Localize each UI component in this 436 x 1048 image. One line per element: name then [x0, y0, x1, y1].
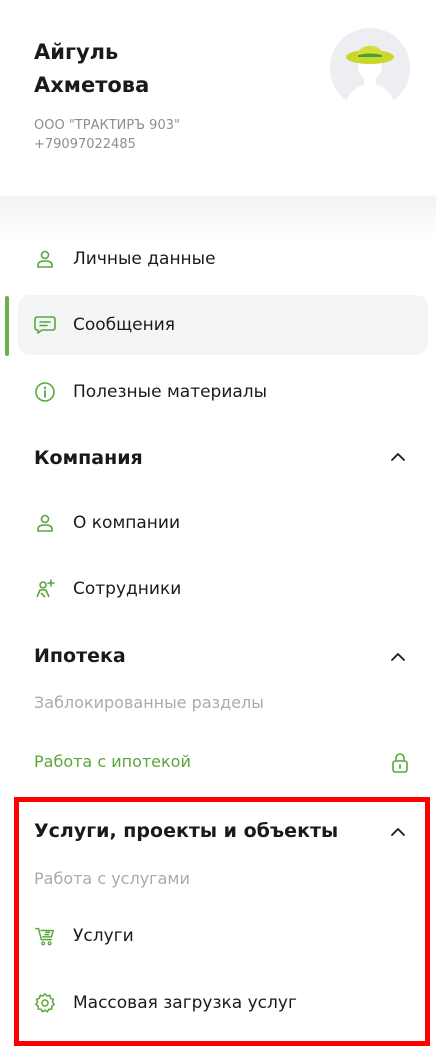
locked-sections-caption: Заблокированные разделы: [34, 693, 264, 712]
menu-label-employees: Сотрудники: [73, 579, 182, 599]
menu-label-useful-materials: Полезные материалы: [73, 382, 268, 402]
add-user-icon: [34, 578, 56, 600]
user-first-name: Айгуль: [34, 40, 119, 64]
section-title-company[interactable]: Компания: [34, 447, 143, 469]
person-icon: [34, 512, 56, 534]
menu-item-messages[interactable]: Сообщения: [18, 295, 428, 355]
avatar-icon: [330, 28, 410, 108]
user-last-name: Ахметова: [34, 73, 150, 97]
side-menu: Айгуль Ахметова ООО "ТРАКТИРЪ 903" +7909…: [0, 0, 436, 1048]
highlight-frame: [14, 797, 430, 1046]
menu-label-personal-data: Личные данные: [73, 249, 216, 269]
info-icon: [34, 381, 56, 403]
menu-label-messages: Сообщения: [73, 315, 176, 335]
section-title-mortgage[interactable]: Ипотека: [34, 645, 126, 667]
chevron-up-icon[interactable]: [388, 447, 408, 467]
avatar[interactable]: [330, 28, 410, 108]
menu-item-useful-materials[interactable]: Полезные материалы: [18, 362, 428, 422]
user-name: Айгуль Ахметова: [34, 36, 294, 102]
message-icon: [34, 314, 56, 336]
menu-item-about-company[interactable]: О компании: [18, 493, 428, 553]
person-icon: [34, 248, 56, 270]
lock-icon: [392, 753, 408, 773]
menu-item-personal-data[interactable]: Личные данные: [18, 229, 428, 289]
company-phone: +79097022485: [34, 137, 136, 152]
menu-item-employees[interactable]: Сотрудники: [18, 559, 428, 619]
menu-label-about-company: О компании: [73, 513, 181, 533]
chevron-up-icon[interactable]: [388, 647, 408, 667]
active-indicator: [5, 296, 9, 356]
mortgage-link[interactable]: Работа с ипотекой: [34, 752, 191, 771]
profile-header[interactable]: Айгуль Ахметова ООО "ТРАКТИРЪ 903" +7909…: [0, 0, 436, 200]
company-name: ООО "ТРАКТИРЪ 903": [34, 118, 180, 133]
